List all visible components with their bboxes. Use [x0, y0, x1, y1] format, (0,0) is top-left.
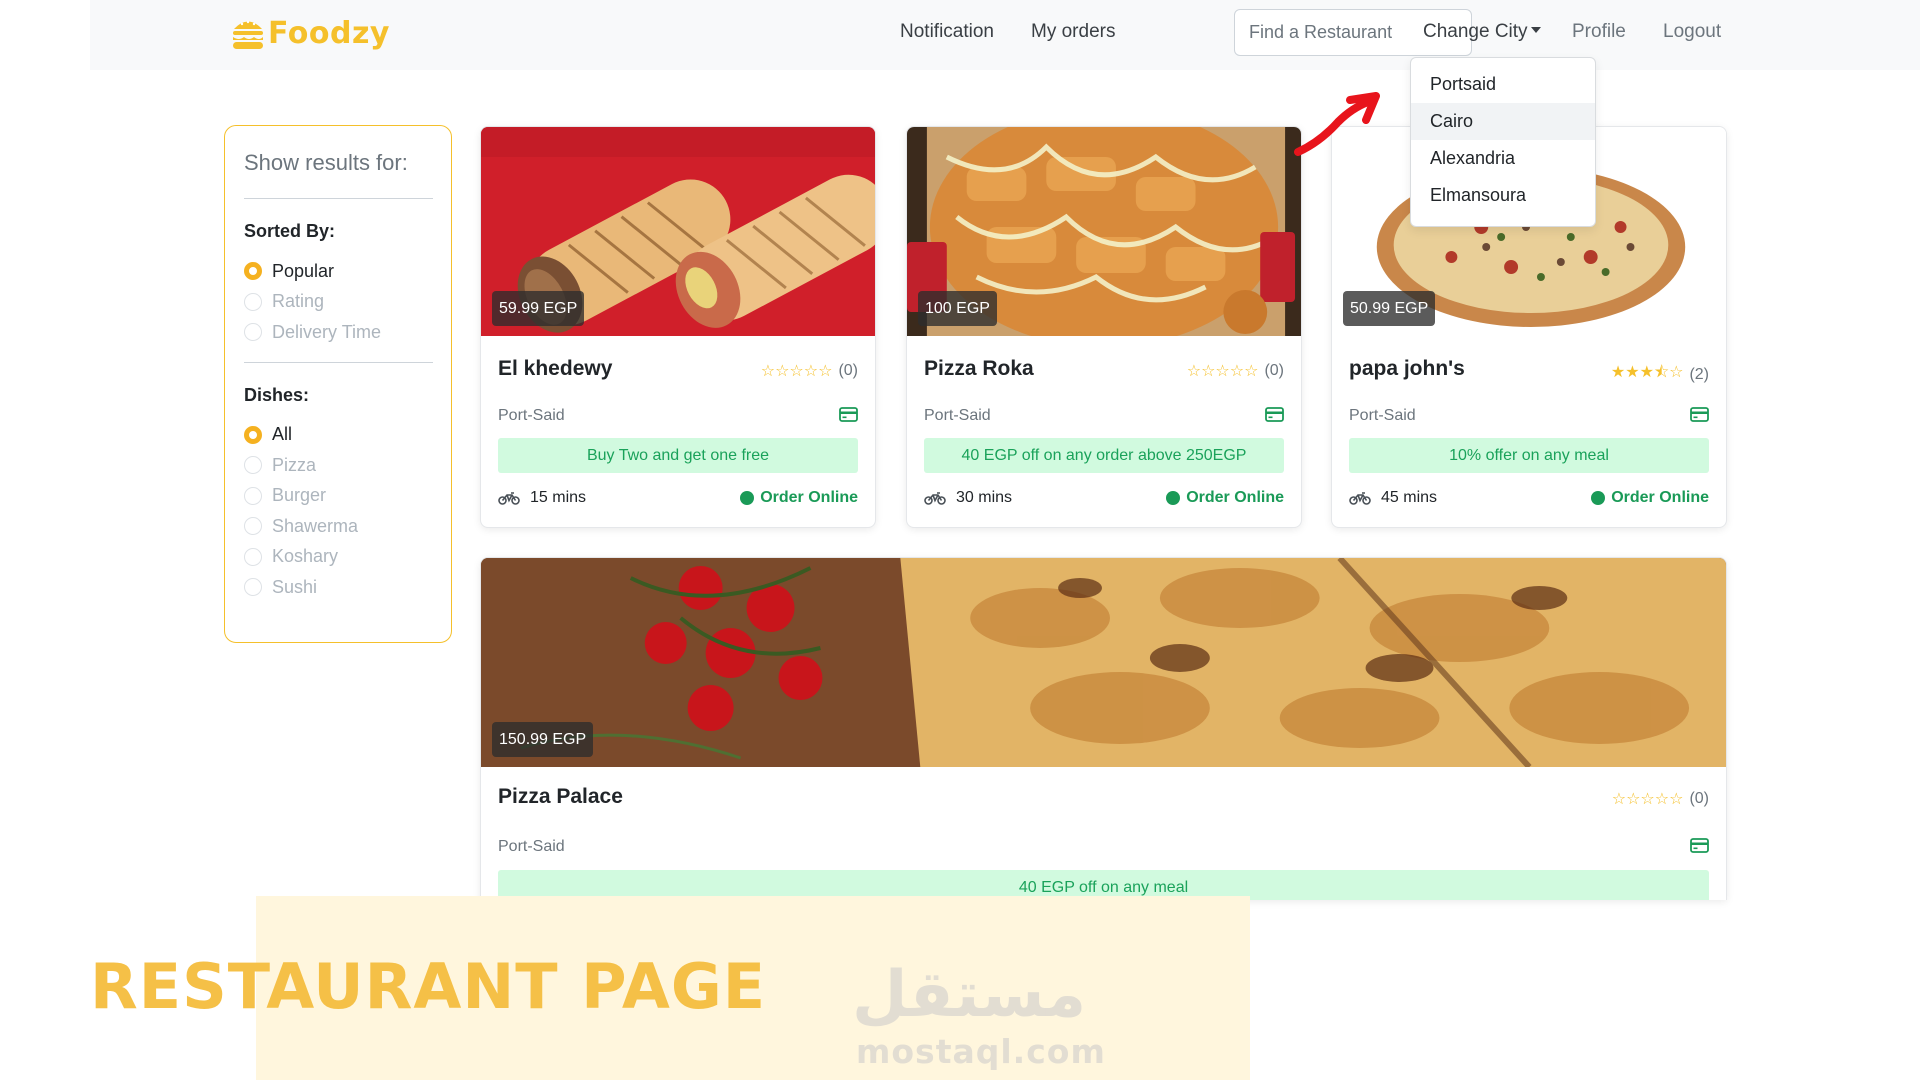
offer-banner: 40 EGP off on any order above 250EGP: [924, 438, 1284, 473]
price-badge: 150.99 EGP: [492, 722, 594, 757]
sort-option-delivery-time[interactable]: Delivery Time: [244, 317, 433, 348]
radio-icon: [244, 292, 262, 311]
radio-icon: [244, 456, 262, 475]
review-count: (0): [838, 361, 858, 379]
credit-card-icon: [1690, 838, 1709, 853]
online-dot-icon: [1166, 491, 1181, 505]
dishes-heading: Dishes:: [244, 384, 310, 405]
red-arrow-icon: [1294, 92, 1380, 156]
restaurant-name[interactable]: Pizza Palace: [498, 785, 623, 809]
star-rating-icon: ☆☆☆☆☆: [760, 361, 833, 380]
rating: ☆☆☆☆☆ (0): [1187, 361, 1284, 380]
motorcycle-icon: [498, 492, 520, 505]
sorted-by-heading: Sorted By:: [244, 221, 336, 241]
brand-name: Foodzy: [268, 15, 390, 51]
sort-option-rating[interactable]: Rating: [244, 287, 433, 318]
dish-option-burger[interactable]: Burger: [244, 481, 433, 512]
banner-title: RESTAURANT PAGE: [90, 950, 767, 1023]
review-count: (2): [1689, 365, 1709, 383]
credit-card-icon: [839, 407, 858, 422]
online-dot-icon: [1591, 491, 1606, 505]
star-rating-icon: ☆☆☆☆☆: [1611, 789, 1684, 808]
delivery-time: 30 mins: [924, 489, 1012, 507]
offer-banner: Buy Two and get one free: [498, 438, 858, 473]
filter-sidebar: Show results for: Sorted By: Popular Rat…: [224, 125, 452, 643]
rating: ☆☆☆☆☆ (0): [761, 361, 858, 380]
city-option-alexandria[interactable]: Alexandria: [1411, 140, 1595, 177]
restaurant-location: Port-Said: [498, 838, 565, 855]
online-dot-icon: [740, 491, 755, 505]
change-city-label: Change City: [1423, 21, 1528, 42]
offer-banner: 10% offer on any meal: [1349, 438, 1709, 473]
order-online-status[interactable]: Order Online: [740, 489, 858, 507]
restaurant-location: Port-Said: [498, 407, 565, 424]
restaurant-name[interactable]: Pizza Roka: [924, 357, 1034, 381]
radio-icon: [244, 517, 262, 536]
dish-option-all[interactable]: All: [244, 420, 433, 451]
city-option-elmansoura[interactable]: Elmansoura: [1411, 177, 1595, 214]
delivery-time: 45 mins: [1349, 489, 1437, 507]
star-rating-icon: ★★★⯪☆: [1610, 362, 1684, 381]
divider: [244, 198, 433, 199]
nav-notification[interactable]: Notification: [900, 21, 994, 43]
sort-option-popular[interactable]: Popular: [244, 256, 433, 287]
order-online-status[interactable]: Order Online: [1591, 489, 1709, 507]
restaurant-name[interactable]: El khedewy: [498, 357, 612, 381]
motorcycle-icon: [924, 492, 946, 505]
price-badge: 59.99 EGP: [492, 291, 585, 326]
credit-card-icon: [1265, 407, 1284, 422]
burger-logo-icon: [233, 20, 263, 49]
review-count: (0): [1689, 789, 1709, 807]
dish-option-koshary[interactable]: Koshary: [244, 542, 433, 573]
restaurant-location: Port-Said: [1349, 407, 1416, 424]
city-option-portsaid[interactable]: Portsaid: [1411, 66, 1595, 103]
restaurant-card[interactable]: 100 EGP Pizza Roka ☆☆☆☆☆ (0) Port-Said 4…: [906, 126, 1302, 528]
restaurant-location: Port-Said: [924, 407, 991, 424]
restaurant-card[interactable]: 59.99 EGP El khedewy ☆☆☆☆☆ (0) Port-Said…: [480, 126, 876, 528]
change-city-toggle[interactable]: Change City: [1423, 21, 1541, 43]
order-online-status[interactable]: Order Online: [1166, 489, 1284, 507]
restaurant-card[interactable]: 150.99 EGP Pizza Palace ☆☆☆☆☆ (0) Port-S…: [480, 557, 1727, 900]
nav-my-orders[interactable]: My orders: [1031, 21, 1115, 43]
caret-down-icon: [1530, 27, 1541, 34]
nav-logout[interactable]: Logout: [1663, 21, 1721, 43]
radio-selected-icon: [244, 425, 262, 444]
dish-option-shawerma[interactable]: Shawerma: [244, 511, 433, 542]
delivery-time: 15 mins: [498, 489, 586, 507]
restaurant-name[interactable]: papa john's: [1349, 357, 1465, 381]
radio-icon: [244, 578, 262, 597]
nav-profile[interactable]: Profile: [1572, 21, 1626, 43]
dish-option-pizza[interactable]: Pizza: [244, 450, 433, 481]
watermark-url: mostaql.com: [856, 1032, 1106, 1071]
price-badge: 100 EGP: [918, 291, 997, 326]
radio-icon: [244, 486, 262, 505]
restaurant-image[interactable]: [481, 558, 1726, 767]
rating: ★★★⯪☆ (2): [1611, 361, 1709, 388]
radio-icon: [244, 323, 262, 342]
watermark-logo: مستقل: [852, 958, 1087, 1032]
dish-option-sushi[interactable]: Sushi: [244, 572, 433, 603]
review-count: (0): [1264, 361, 1284, 379]
city-dropdown-menu: Portsaid Cairo Alexandria Elmansoura: [1410, 57, 1596, 227]
radio-selected-icon: [244, 262, 262, 281]
star-rating-icon: ☆☆☆☆☆: [1186, 361, 1259, 380]
city-option-cairo[interactable]: Cairo: [1411, 103, 1595, 140]
divider: [244, 361, 433, 363]
motorcycle-icon: [1349, 492, 1371, 505]
sidebar-title: Show results for:: [244, 150, 408, 175]
rating: ☆☆☆☆☆ (0): [1612, 789, 1709, 808]
navbar: Foodzy Notification My orders Change Cit…: [90, 0, 1920, 70]
radio-icon: [244, 547, 262, 566]
price-badge: 50.99 EGP: [1343, 291, 1436, 326]
credit-card-icon: [1690, 407, 1709, 422]
brand-logo[interactable]: Foodzy: [230, 14, 390, 52]
